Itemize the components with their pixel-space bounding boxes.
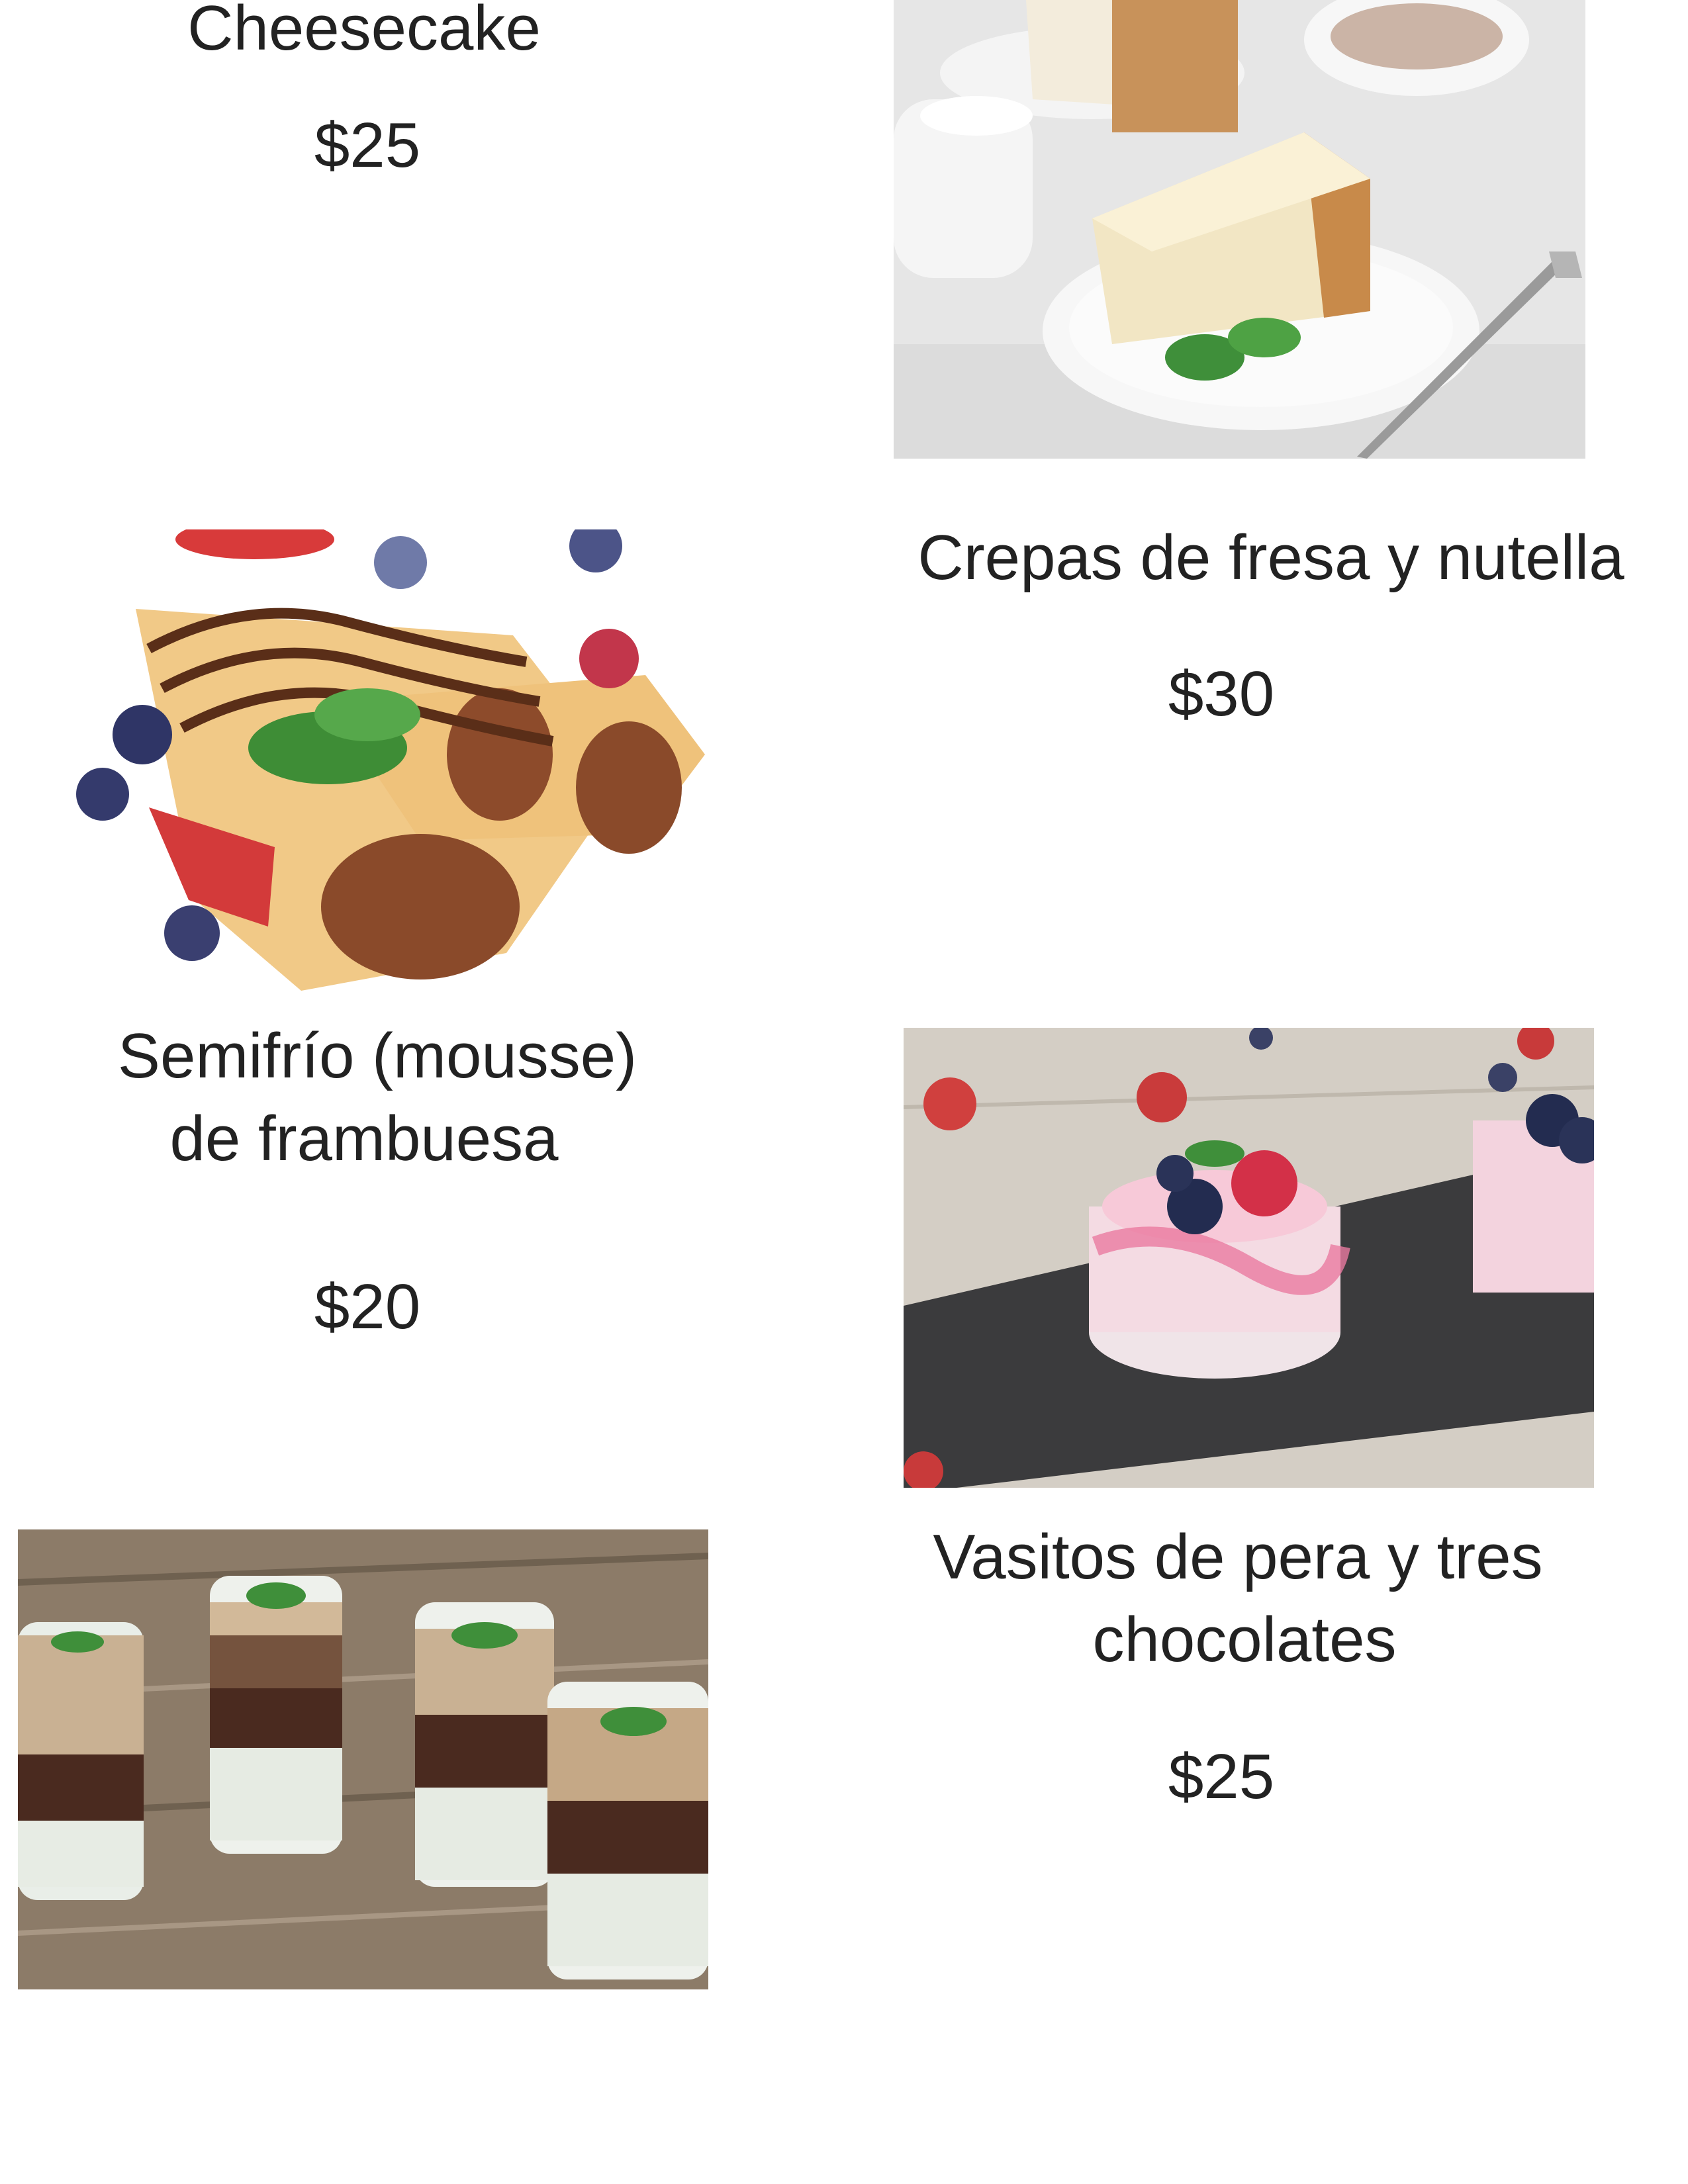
dessert-name-mousse-line2: de frambuesa bbox=[169, 1103, 559, 1174]
cheesecake-photo bbox=[894, 0, 1585, 459]
dessert-name-verrines-line1: Vasitos de pera y tres bbox=[933, 1522, 1543, 1592]
price-cheesecake: $25 bbox=[314, 110, 421, 181]
mousse-photo bbox=[904, 1028, 1594, 1488]
price-verrines: $25 bbox=[1168, 1741, 1275, 1812]
dessert-name-crepes: Crepas de fresa y nutella bbox=[917, 522, 1624, 593]
price-mousse: $20 bbox=[314, 1271, 421, 1342]
verrines-photo bbox=[18, 1529, 708, 1989]
price-crepes: $30 bbox=[1168, 659, 1275, 729]
dessert-name-mousse-line1: Semifrío (mousse) bbox=[117, 1021, 637, 1091]
dessert-name-verrines-line2: chocolates bbox=[1092, 1604, 1397, 1675]
crepes-photo bbox=[50, 529, 731, 991]
dessert-name-cheesecake: Cheesecake bbox=[187, 0, 541, 64]
